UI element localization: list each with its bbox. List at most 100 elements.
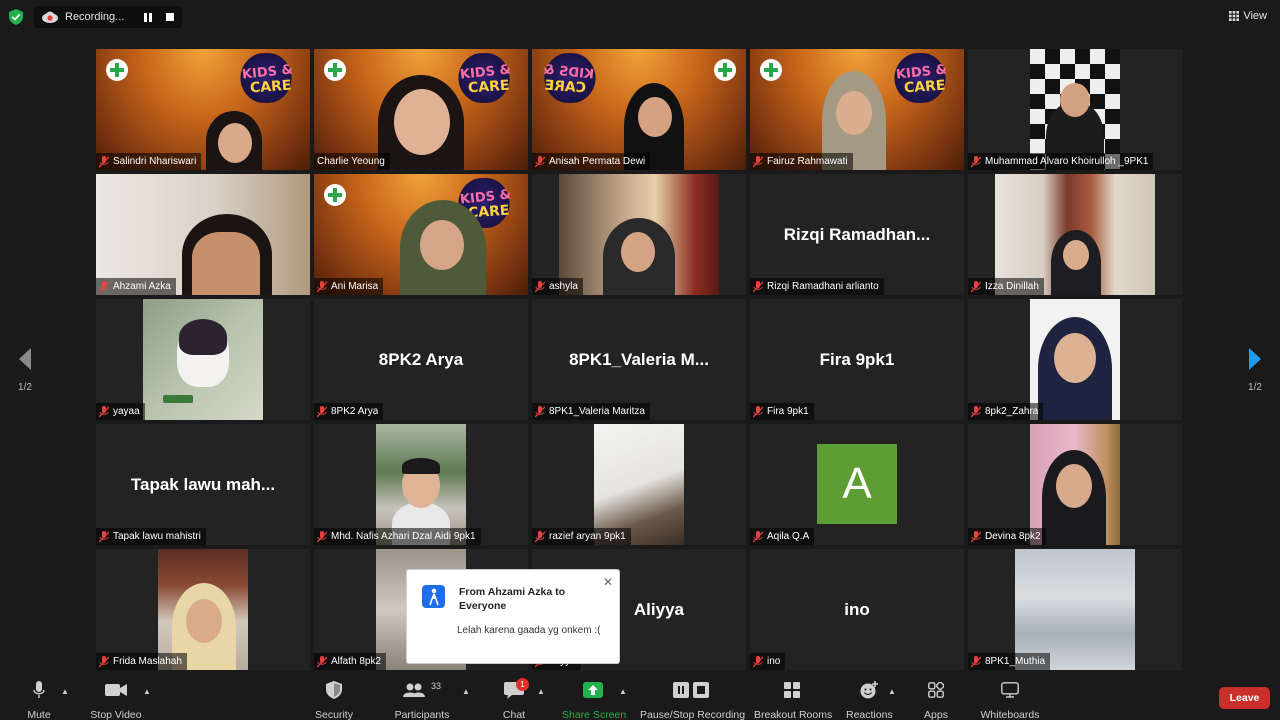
participant-tile[interactable]: 8PK1_Valeria M... 8PK1_Valeria Maritza [532,299,746,420]
participant-tile[interactable]: Frida Maslahah [96,549,310,670]
participant-tile[interactable]: 8PK2 Arya 8PK2 Arya [314,299,528,420]
view-label: View [1243,10,1267,22]
breakout-rooms-button[interactable]: Breakout Rooms [754,678,833,720]
share-options-caret[interactable]: ▲ [619,687,627,696]
participant-face [836,91,872,135]
chat-notification[interactable]: From Ahzami Azka to Everyone Lelah karen… [406,569,620,664]
video-feed [1030,49,1120,170]
view-button[interactable]: View [1225,6,1271,26]
participant-tile-active-speaker[interactable]: KIDS & CARE Charlie Yeoung [314,49,528,170]
medical-cross-icon [714,59,736,81]
participant-face [621,232,655,272]
stop-video-button[interactable]: Stop Video [88,678,144,720]
participant-face [394,89,450,155]
muted-mic-icon [753,155,763,167]
participant-face [1056,464,1092,508]
muted-mic-icon [971,655,981,667]
name-label: razief aryan 9pk1 [532,528,631,545]
participant-tile[interactable]: ashyla [532,174,746,295]
leave-button[interactable]: Leave [1219,687,1270,709]
participant-tile[interactable]: 8PK1_Muthia [968,549,1182,670]
chat-options-caret[interactable]: ▲ [537,687,545,696]
pause-icon [144,12,152,22]
previous-page-button[interactable]: 1/2 [10,347,40,393]
participants-label: Participants [394,709,450,720]
participants-button[interactable]: 33 Participants [392,678,452,720]
share-screen-button[interactable]: Share Screen [562,678,626,720]
mute-label: Mute [27,709,51,720]
close-icon[interactable]: ✕ [603,575,613,589]
pause-recording-button[interactable] [139,8,157,26]
video-feed [594,424,684,545]
medical-cross-icon [106,59,128,81]
cloud-recording-icon [42,11,58,23]
video-feed [376,424,466,545]
muted-mic-icon [99,655,109,667]
character-head [179,319,227,355]
pause-recording-icon [673,682,689,698]
participant-tile[interactable]: KIDS & CARE Anisah Permata Dewi [532,49,746,170]
page-indicator-right: 1/2 [1248,382,1262,393]
participant-tile[interactable]: yayaa [96,299,310,420]
participant-tile[interactable]: Muhammad Alvaro Khoirulloh _9PK1 [968,49,1182,170]
participant-tile[interactable]: KIDS & CARE Salindri Nhariswari [96,49,310,170]
participant-tile[interactable]: Fira 9pk1 Fira 9pk1 [750,299,964,420]
participants-options-caret[interactable]: ▲ [462,687,470,696]
stop-icon [166,13,174,21]
apps-button[interactable]: Apps [922,678,950,720]
video-feed [96,174,310,295]
video-options-caret[interactable]: ▲ [143,687,151,696]
participant-tile[interactable]: A Aqila Q.A [750,424,964,545]
mute-button[interactable]: Mute [22,678,56,720]
audio-options-caret[interactable]: ▲ [61,687,69,696]
participant-name: Fairuz Rahmawati [767,156,848,167]
chat-unread-badge: 1 [516,678,529,691]
participant-name: Frida Maslahah [113,656,182,667]
pause-stop-recording-button[interactable]: Pause/Stop Recording [640,678,746,720]
security-button[interactable]: Security [312,678,356,720]
participant-tile[interactable]: Mhd. Nafis Azhari Dzal Aidi 9pk1 [314,424,528,545]
participant-tile[interactable]: Izza Dinillah [968,174,1182,295]
pause-stop-recording-label: Pause/Stop Recording [640,709,746,720]
security-label: Security [315,709,353,720]
video-feed: KIDS & CARE [314,174,528,295]
name-label: 8PK2 Arya [314,403,384,420]
participant-name: Ahzami Azka [113,281,171,292]
reactions-button[interactable]: Reactions [846,678,893,720]
participant-tile[interactable]: 8pk2_Zahra [968,299,1182,420]
participant-tile[interactable]: Tapak lawu mah... Tapak lawu mahistri [96,424,310,545]
participant-name: Izza Dinillah [985,281,1039,292]
muted-mic-icon [317,405,327,417]
reactions-options-caret[interactable]: ▲ [888,687,896,696]
muted-mic-icon [535,405,545,417]
next-page-button[interactable]: 1/2 [1240,347,1270,393]
muted-mic-icon [99,530,109,542]
reactions-label: Reactions [846,709,893,720]
participant-face [186,599,222,643]
recording-label: Recording... [65,11,125,23]
whiteboards-button[interactable]: Whiteboards [978,678,1042,720]
chat-button[interactable]: 1 Chat [500,678,529,720]
video-feed [158,549,248,670]
chevron-left-icon [19,348,31,370]
participant-avatar-icon [422,585,445,608]
security-shield-icon[interactable] [9,9,23,25]
name-label: Ani Marisa [314,278,384,295]
stop-recording-button[interactable] [161,8,179,26]
name-label: 8PK1_Valeria Maritza [532,403,650,420]
participant-tile[interactable]: ino ino [750,549,964,670]
participant-tile[interactable]: Ahzami Azka [96,174,310,295]
chevron-right-icon [1249,348,1261,370]
participant-tile[interactable]: KIDS & CARE Ani Marisa [314,174,528,295]
participant-tile[interactable]: KIDS & CARE Fairuz Rahmawati [750,49,964,170]
name-label: Fairuz Rahmawati [750,153,853,170]
participant-avatar: A [817,444,897,524]
video-feed: KIDS & CARE [532,49,746,170]
participant-name: Tapak lawu mahistri [113,531,201,542]
broom [163,395,193,403]
participant-tile[interactable]: razief aryan 9pk1 [532,424,746,545]
participant-tile[interactable]: Devina 8pk2 [968,424,1182,545]
participant-tile[interactable]: Rizqi Ramadhan... Rizqi Ramadhani arlian… [750,174,964,295]
breakout-rooms-label: Breakout Rooms [754,709,833,720]
participant-face [218,123,252,163]
